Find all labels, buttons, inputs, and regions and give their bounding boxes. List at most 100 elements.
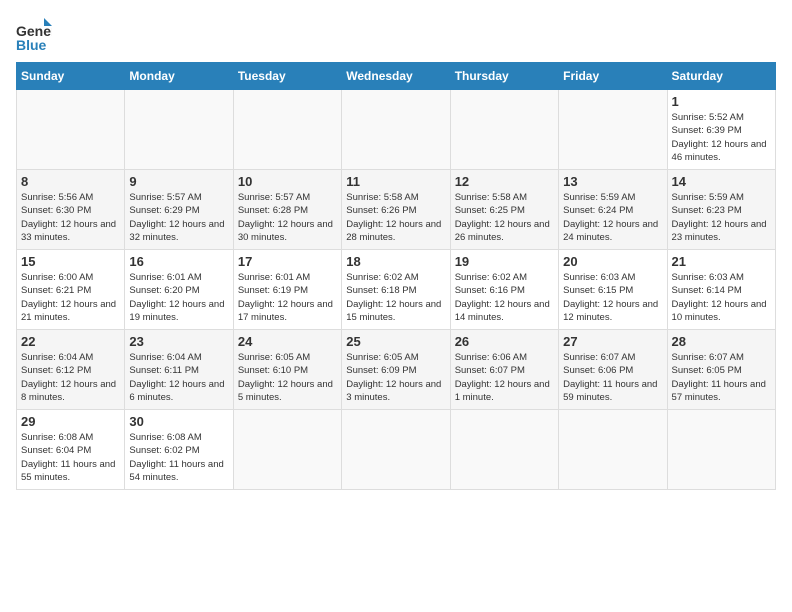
day-info: Sunrise: 6:07 AMSunset: 6:06 PMDaylight:…	[563, 351, 662, 404]
calendar-day-header: Wednesday	[342, 63, 450, 90]
day-info: Sunrise: 5:52 AMSunset: 6:39 PMDaylight:…	[672, 111, 771, 164]
calendar-day-cell: 25 Sunrise: 6:05 AMSunset: 6:09 PMDayligh…	[342, 330, 450, 410]
calendar-day-cell: 28 Sunrise: 6:07 AMSunset: 6:05 PMDayligh…	[667, 330, 775, 410]
calendar-day-cell: 22 Sunrise: 6:04 AMSunset: 6:12 PMDayligh…	[17, 330, 125, 410]
calendar-day-cell: 30 Sunrise: 6:08 AMSunset: 6:02 PMDayligh…	[125, 410, 233, 490]
day-number: 9	[129, 174, 228, 189]
day-info: Sunrise: 6:03 AMSunset: 6:14 PMDaylight:…	[672, 271, 771, 324]
calendar-day-header: Tuesday	[233, 63, 341, 90]
calendar-day-cell: 27 Sunrise: 6:07 AMSunset: 6:06 PMDayligh…	[559, 330, 667, 410]
day-number: 21	[672, 254, 771, 269]
calendar-week-row: 15 Sunrise: 6:00 AMSunset: 6:21 PMDayligh…	[17, 250, 776, 330]
day-number: 12	[455, 174, 554, 189]
calendar-day-cell: 11 Sunrise: 5:58 AMSunset: 6:26 PMDayligh…	[342, 170, 450, 250]
day-number: 26	[455, 334, 554, 349]
day-number: 16	[129, 254, 228, 269]
calendar-header-row: SundayMondayTuesdayWednesdayThursdayFrid…	[17, 63, 776, 90]
calendar-day-cell	[342, 410, 450, 490]
calendar-day-header: Saturday	[667, 63, 775, 90]
calendar-day-cell: 14 Sunrise: 5:59 AMSunset: 6:23 PMDayligh…	[667, 170, 775, 250]
calendar-week-row: 1 Sunrise: 5:52 AMSunset: 6:39 PMDaylight…	[17, 90, 776, 170]
calendar-day-cell: 13 Sunrise: 5:59 AMSunset: 6:24 PMDayligh…	[559, 170, 667, 250]
page-header: General Blue	[16, 16, 776, 52]
day-info: Sunrise: 6:04 AMSunset: 6:11 PMDaylight:…	[129, 351, 228, 404]
calendar-day-header: Friday	[559, 63, 667, 90]
calendar-day-cell: 8 Sunrise: 5:56 AMSunset: 6:30 PMDaylight…	[17, 170, 125, 250]
day-info: Sunrise: 6:03 AMSunset: 6:15 PMDaylight:…	[563, 271, 662, 324]
day-number: 20	[563, 254, 662, 269]
day-number: 13	[563, 174, 662, 189]
calendar-day-cell	[450, 90, 558, 170]
calendar-day-cell: 21 Sunrise: 6:03 AMSunset: 6:14 PMDayligh…	[667, 250, 775, 330]
calendar-day-cell	[667, 410, 775, 490]
calendar-day-cell: 17Sunrise: 6:01 AMSunset: 6:19 PMDayligh…	[233, 250, 341, 330]
calendar-day-cell: 10 Sunrise: 5:57 AMSunset: 6:28 PMDayligh…	[233, 170, 341, 250]
calendar-day-cell	[559, 90, 667, 170]
calendar-day-cell: 20 Sunrise: 6:03 AMSunset: 6:15 PMDayligh…	[559, 250, 667, 330]
day-info: Sunrise: 5:57 AMSunset: 6:29 PMDaylight:…	[129, 191, 228, 244]
logo: General Blue	[16, 16, 56, 52]
calendar-day-cell: 1 Sunrise: 5:52 AMSunset: 6:39 PMDaylight…	[667, 90, 775, 170]
day-info: Sunrise: 6:01 AMSunset: 6:20 PMDaylight:…	[129, 271, 228, 324]
calendar-day-cell: 26 Sunrise: 6:06 AMSunset: 6:07 PMDayligh…	[450, 330, 558, 410]
day-number: 1	[672, 94, 771, 109]
calendar-week-row: 22 Sunrise: 6:04 AMSunset: 6:12 PMDayligh…	[17, 330, 776, 410]
calendar-day-cell	[559, 410, 667, 490]
calendar-day-cell: 15 Sunrise: 6:00 AMSunset: 6:21 PMDayligh…	[17, 250, 125, 330]
day-info: Sunrise: 5:58 AMSunset: 6:26 PMDaylight:…	[346, 191, 445, 244]
calendar-day-cell	[17, 90, 125, 170]
calendar-day-cell: 24 Sunrise: 6:05 AMSunset: 6:10 PMDayligh…	[233, 330, 341, 410]
calendar-day-cell	[233, 90, 341, 170]
calendar-week-row: 29 Sunrise: 6:08 AMSunset: 6:04 PMDayligh…	[17, 410, 776, 490]
day-number: 23	[129, 334, 228, 349]
calendar-table: SundayMondayTuesdayWednesdayThursdayFrid…	[16, 62, 776, 490]
day-info: Sunrise: 6:08 AMSunset: 6:04 PMDaylight:…	[21, 431, 120, 484]
calendar-body: 1 Sunrise: 5:52 AMSunset: 6:39 PMDaylight…	[17, 90, 776, 490]
day-info: Sunrise: 5:59 AMSunset: 6:23 PMDaylight:…	[672, 191, 771, 244]
day-number: 8	[21, 174, 120, 189]
calendar-day-cell: 12 Sunrise: 5:58 AMSunset: 6:25 PMDayligh…	[450, 170, 558, 250]
day-number: 30	[129, 414, 228, 429]
calendar-week-row: 8 Sunrise: 5:56 AMSunset: 6:30 PMDaylight…	[17, 170, 776, 250]
day-number: 15	[21, 254, 120, 269]
day-info: Sunrise: 6:04 AMSunset: 6:12 PMDaylight:…	[21, 351, 120, 404]
day-number: 14	[672, 174, 771, 189]
day-number: 22	[21, 334, 120, 349]
calendar-day-cell	[125, 90, 233, 170]
calendar-day-cell: 9 Sunrise: 5:57 AMSunset: 6:29 PMDaylight…	[125, 170, 233, 250]
day-number: 28	[672, 334, 771, 349]
day-number: 24	[238, 334, 337, 349]
day-info: Sunrise: 6:07 AMSunset: 6:05 PMDaylight:…	[672, 351, 771, 404]
day-number: 25	[346, 334, 445, 349]
day-info: Sunrise: 5:59 AMSunset: 6:24 PMDaylight:…	[563, 191, 662, 244]
day-number: 11	[346, 174, 445, 189]
calendar-day-header: Monday	[125, 63, 233, 90]
day-info: Sunrise: 5:57 AMSunset: 6:28 PMDaylight:…	[238, 191, 337, 244]
day-info: Sunrise: 6:02 AMSunset: 6:16 PMDaylight:…	[455, 271, 554, 324]
calendar-day-cell: 16 Sunrise: 6:01 AMSunset: 6:20 PMDayligh…	[125, 250, 233, 330]
day-info: Sunrise: 6:05 AMSunset: 6:09 PMDaylight:…	[346, 351, 445, 404]
day-number: 29	[21, 414, 120, 429]
day-info: Sunrise: 6:02 AMSunset: 6:18 PMDaylight:…	[346, 271, 445, 324]
calendar-day-cell: 29 Sunrise: 6:08 AMSunset: 6:04 PMDayligh…	[17, 410, 125, 490]
calendar-day-header: Thursday	[450, 63, 558, 90]
day-number: 18	[346, 254, 445, 269]
day-info: Sunrise: 5:58 AMSunset: 6:25 PMDaylight:…	[455, 191, 554, 244]
day-number: 10	[238, 174, 337, 189]
calendar-day-cell: 18 Sunrise: 6:02 AMSunset: 6:18 PMDayligh…	[342, 250, 450, 330]
logo-icon: General Blue	[16, 16, 52, 52]
calendar-day-cell	[342, 90, 450, 170]
day-info: Sunrise: 6:00 AMSunset: 6:21 PMDaylight:…	[21, 271, 120, 324]
day-info: Sunrise: 6:08 AMSunset: 6:02 PMDaylight:…	[129, 431, 228, 484]
day-info: Sunrise: 6:01 AMSunset: 6:19 PMDaylight:…	[238, 271, 337, 324]
day-number: 27	[563, 334, 662, 349]
calendar-day-cell: 19 Sunrise: 6:02 AMSunset: 6:16 PMDayligh…	[450, 250, 558, 330]
day-number: 19	[455, 254, 554, 269]
day-info: Sunrise: 6:06 AMSunset: 6:07 PMDaylight:…	[455, 351, 554, 404]
svg-text:Blue: Blue	[16, 37, 47, 52]
calendar-day-cell	[450, 410, 558, 490]
calendar-day-header: Sunday	[17, 63, 125, 90]
day-info: Sunrise: 5:56 AMSunset: 6:30 PMDaylight:…	[21, 191, 120, 244]
calendar-day-cell	[233, 410, 341, 490]
day-info: Sunrise: 6:05 AMSunset: 6:10 PMDaylight:…	[238, 351, 337, 404]
